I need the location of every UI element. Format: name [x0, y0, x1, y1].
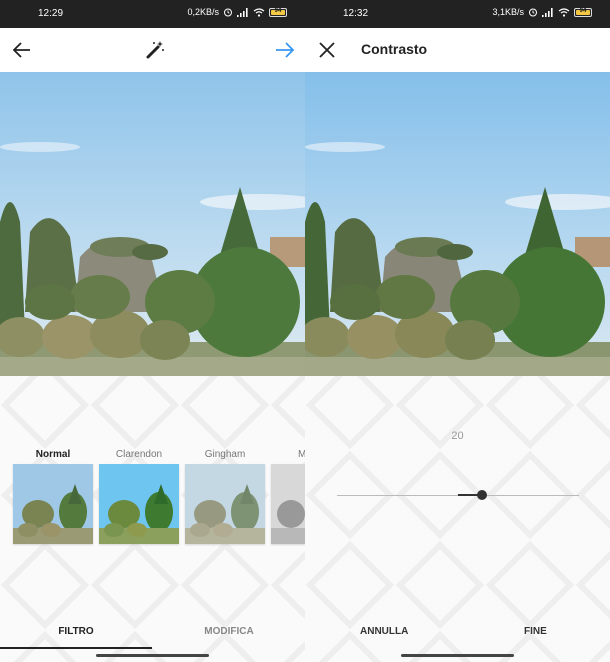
- arrow-right-icon[interactable]: [273, 38, 297, 62]
- contrast-screen: 12:32 3,1KB/s 94 Contrasto 20 ANNULLA FI…: [305, 0, 610, 662]
- gesture-nav-bar[interactable]: [401, 654, 514, 657]
- close-icon[interactable]: [315, 38, 339, 62]
- top-bar: Contrasto: [305, 28, 610, 72]
- signal-icon: [542, 7, 553, 17]
- done-button[interactable]: FINE: [524, 626, 547, 637]
- filter-thumb-normal[interactable]: [13, 464, 93, 544]
- slider-value: 20: [451, 430, 464, 442]
- filter-label-gingham: Gingham: [204, 449, 246, 460]
- photo-preview: [305, 72, 610, 376]
- signal-icon: [237, 7, 248, 17]
- network-speed: 3,1KB/s: [492, 7, 524, 17]
- filter-thumb-gingham[interactable]: [185, 464, 265, 544]
- status-icons: 3,1KB/s 94: [492, 7, 592, 17]
- battery-level: 94: [274, 7, 282, 14]
- alarm-icon: [224, 8, 232, 17]
- filter-label-clarendon: Clarendon: [115, 449, 163, 460]
- top-bar: [0, 28, 305, 72]
- wifi-icon: [253, 7, 265, 17]
- cancel-button[interactable]: ANNULLA: [360, 626, 408, 637]
- filter-label-normal: Normal: [35, 449, 71, 460]
- status-bar: 12:29 0,2KB/s 94: [0, 0, 305, 28]
- status-time: 12:29: [38, 8, 64, 19]
- alarm-icon: [529, 8, 537, 17]
- status-bar: 12:32 3,1KB/s 94: [305, 0, 610, 28]
- filter-thumb-partial[interactable]: [271, 464, 305, 544]
- tab-active-indicator: [0, 647, 152, 649]
- status-icons: 0,2KB/s 94: [187, 7, 287, 17]
- wifi-icon: [558, 7, 570, 17]
- battery-level: 94: [579, 7, 587, 14]
- contrast-slider-thumb[interactable]: [477, 490, 488, 500]
- filter-screen: 12:29 0,2KB/s 94 Normal Clarendon Gingha…: [0, 0, 305, 662]
- tab-edit[interactable]: MODIFICA: [198, 626, 260, 637]
- battery-icon: 94: [269, 7, 287, 17]
- network-speed: 0,2KB/s: [187, 7, 219, 17]
- gesture-nav-bar[interactable]: [96, 654, 209, 657]
- battery-icon: 94: [574, 7, 592, 17]
- tab-filter[interactable]: FILTRO: [46, 626, 106, 637]
- filter-thumb-clarendon[interactable]: [99, 464, 179, 544]
- magic-wand-icon[interactable]: [143, 38, 167, 62]
- status-time: 12:32: [343, 8, 369, 19]
- page-title: Contrasto: [361, 41, 428, 57]
- filter-label-partial: M: [298, 449, 305, 460]
- arrow-left-icon[interactable]: [10, 38, 34, 62]
- photo-preview: [0, 72, 305, 376]
